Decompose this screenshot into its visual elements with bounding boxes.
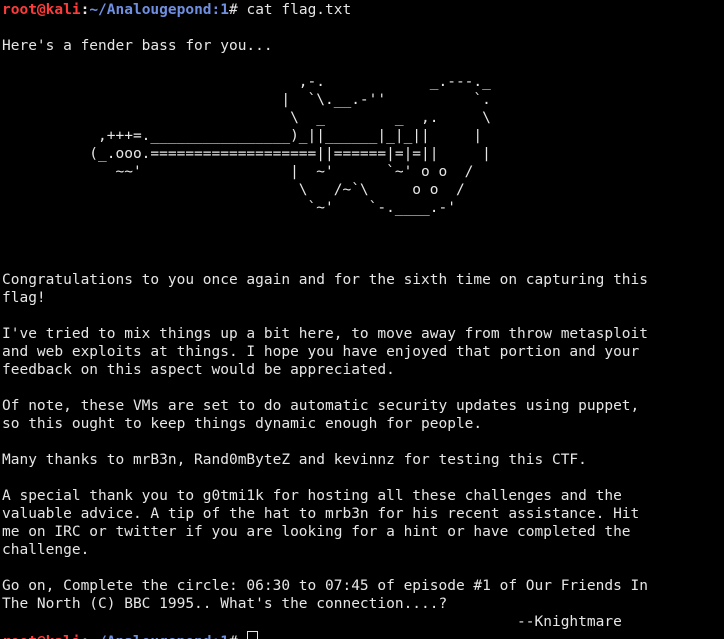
message-line: Go on, Complete the circle: 06:30 to 07:… bbox=[2, 578, 649, 594]
active-prompt-line[interactable]: root@kali:~/Analougepond:1# bbox=[2, 631, 724, 639]
message-line: me on IRC or twitter if you are looking … bbox=[2, 524, 631, 540]
message-line bbox=[2, 433, 724, 451]
prompt-symbol: # bbox=[229, 634, 246, 639]
message-line: A special thank you to g0tmi1k for hosti… bbox=[2, 488, 622, 504]
ascii-art-line: ,+++=.________________)_||______|_|_|| | bbox=[2, 128, 483, 144]
ascii-art-line: `~' `-.____.-' bbox=[2, 200, 456, 216]
ascii-art-line: | `\.__.-'' `. bbox=[2, 92, 491, 108]
message-line: Congratulations to you once again and fo… bbox=[2, 272, 649, 288]
message-line: feedback on this aspect would be appreci… bbox=[2, 362, 395, 378]
ascii-art-line: \ _ _ ,. \ bbox=[2, 110, 491, 126]
prompt-user-host: root@kali bbox=[2, 2, 81, 18]
message-line: I've tried to mix things up a bit here, … bbox=[2, 326, 649, 342]
prompt-path: ~/Analougepond:1 bbox=[89, 634, 229, 639]
prompt-symbol: # bbox=[229, 2, 247, 18]
message-line: valuable advice. A tip of the hat to mrb… bbox=[2, 506, 640, 522]
message-line bbox=[2, 235, 724, 253]
ascii-art-bass: ,-. _.---._ | `\.__.-'' `. \ _ _ ,. \ ,+… bbox=[2, 73, 724, 217]
command-text: cat flag.txt bbox=[246, 2, 352, 18]
prompt-user-host: root@kali bbox=[2, 634, 81, 639]
message-line bbox=[2, 379, 724, 397]
ascii-art-line: ,-. _.---._ bbox=[2, 74, 491, 90]
message-line bbox=[2, 217, 724, 235]
message-line bbox=[2, 469, 724, 487]
ascii-art-line: (_.ooo.===================||======|=|=||… bbox=[2, 146, 491, 162]
intro-text: Here's a fender bass for you... bbox=[2, 38, 273, 54]
message-line bbox=[2, 559, 724, 577]
message-line: The North (C) BBC 1995.. What's the conn… bbox=[2, 596, 448, 612]
message-line bbox=[2, 307, 724, 325]
message-line: flag! bbox=[2, 290, 46, 306]
text-cursor[interactable] bbox=[247, 631, 259, 639]
signature-line: --Knightmare bbox=[2, 614, 622, 630]
message-line bbox=[2, 253, 724, 271]
prompt-separator: : bbox=[80, 2, 90, 18]
message-line: Of note, these VMs are set to do automat… bbox=[2, 398, 640, 414]
ascii-art-line: ~~' | ~' `~' o o / bbox=[2, 164, 474, 180]
message-line: so this ought to keep things dynamic eno… bbox=[2, 416, 483, 432]
ascii-art-line: \ /~`\ o o / bbox=[2, 182, 465, 198]
message-line: and web exploits at things. I hope you h… bbox=[2, 344, 640, 360]
message-line: Many thanks to mrB3n, Rand0mByteZ and ke… bbox=[2, 452, 587, 468]
message-line: challenge. bbox=[2, 542, 90, 558]
command-line: root@kali:~/Analougepond:1# cat flag.txt bbox=[2, 1, 724, 19]
terminal-window[interactable]: root@kali:~/Analougepond:1# cat flag.txt… bbox=[0, 0, 724, 639]
flag-message: Congratulations to you once again and fo… bbox=[2, 217, 724, 631]
prompt-separator: : bbox=[81, 634, 90, 639]
prompt-path: ~/Analougepond:1 bbox=[89, 2, 229, 18]
